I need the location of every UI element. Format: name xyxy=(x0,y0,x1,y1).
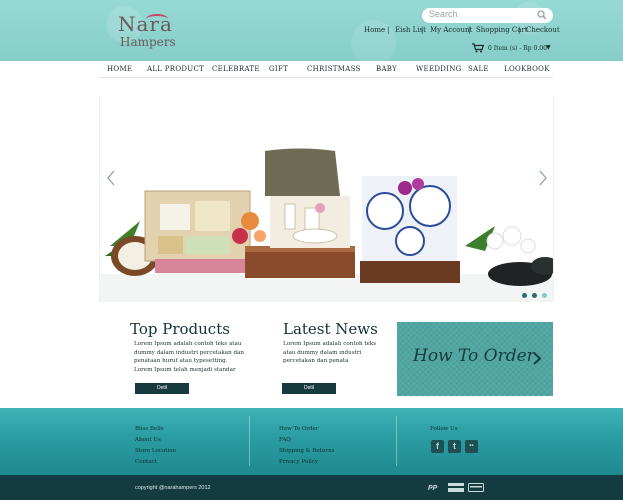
nav-item-gift[interactable]: GIFT xyxy=(269,65,288,73)
follow-us-label: Follow Us xyxy=(430,426,458,432)
visa-icon xyxy=(448,483,464,492)
how-to-order-text: How To Order xyxy=(413,346,535,366)
logo-subtext: Hampers xyxy=(120,35,176,49)
footer-link-contact[interactable]: Contact xyxy=(135,459,157,465)
my-account-link[interactable]: My Account xyxy=(430,26,472,34)
footer-link-shipping-returns[interactable]: Shipping & Returns xyxy=(279,448,334,454)
facebook-icon[interactable]: f xyxy=(431,440,444,453)
separator: | xyxy=(421,26,424,34)
home-link[interactable]: Home xyxy=(364,26,385,34)
footer-link-about-us[interactable]: About Us xyxy=(135,437,161,443)
footer-bottom-bar xyxy=(0,475,623,500)
nav-item-sale[interactable]: SALE xyxy=(468,65,489,73)
nav-item-baby[interactable]: BABY xyxy=(376,65,397,73)
cart-text: 0 Item (s) - Rp 0.00 xyxy=(488,45,547,52)
checkout-link[interactable]: Checkout xyxy=(526,26,560,34)
paypal-icon: PP xyxy=(428,485,438,492)
slider-dot-active[interactable] xyxy=(542,293,547,298)
flickr-icon[interactable]: •• xyxy=(465,440,478,453)
nav-item-lookbook[interactable]: LOOKBOOK xyxy=(504,65,550,73)
footer-link-bliss-bells[interactable]: Bliss Bells xyxy=(135,426,164,432)
slider-dot[interactable] xyxy=(522,293,527,298)
search-icon[interactable] xyxy=(537,10,547,20)
main-nav: HOME ALL PRODUCT CELEBRATE GIFT CHRISTMA… xyxy=(99,61,553,78)
footer-divider xyxy=(249,416,250,466)
latest-news-text: Lorem Ipsum adalah contoh teks atau dumm… xyxy=(283,341,377,364)
copyright-text: copyright @narahampers 2012 xyxy=(135,485,211,491)
separator: | xyxy=(468,26,471,34)
svg-text:PP: PP xyxy=(428,485,438,492)
cart-icon xyxy=(472,43,484,53)
slider-dots xyxy=(522,293,548,299)
twitter-icon[interactable]: t xyxy=(448,440,461,453)
footer-link-store-location[interactable]: Store Location xyxy=(135,448,176,454)
nav-item-celebrate[interactable]: CELEBRATE xyxy=(212,65,260,73)
separator: | xyxy=(518,26,521,34)
hero-slider[interactable] xyxy=(99,96,554,302)
nav-item-home[interactable]: HOME xyxy=(107,65,132,73)
slider-dot[interactable] xyxy=(532,293,537,298)
chevron-down-icon[interactable]: ▼ xyxy=(546,44,551,51)
credit-card-icon xyxy=(468,483,484,492)
search-placeholder: Search xyxy=(429,9,458,19)
top-products-detil-button[interactable]: Detil xyxy=(135,383,189,394)
top-products-title: Top Products xyxy=(130,320,230,338)
logo[interactable]: Nara Hampers xyxy=(116,10,176,54)
prev-arrow-icon[interactable] xyxy=(106,170,116,186)
logo-swirl xyxy=(146,14,168,24)
nav-item-christmass[interactable]: CHRISTMASS xyxy=(307,65,361,73)
hampers-image xyxy=(100,148,553,302)
search-input[interactable]: Search xyxy=(422,8,553,23)
how-to-order-banner[interactable]: How To Order xyxy=(397,322,553,396)
top-links: Home | Eish List | My Account | Shopping… xyxy=(362,26,560,38)
latest-news-detil-button[interactable]: Detil xyxy=(282,383,336,394)
chevron-right-icon xyxy=(533,352,541,365)
footer-link-how-to-order[interactable]: How To Order xyxy=(279,426,318,432)
next-arrow-icon[interactable] xyxy=(538,170,548,186)
latest-news-title: Latest News xyxy=(283,320,378,338)
top-products-text: Lorem Ipsum adalah contoh teks atau dumm… xyxy=(134,341,245,373)
nav-item-wedding[interactable]: WEEDDING xyxy=(416,65,462,73)
footer-link-faq[interactable]: FAQ xyxy=(279,437,291,443)
footer-divider xyxy=(396,416,397,466)
nav-item-all-product[interactable]: ALL PRODUCT xyxy=(147,65,204,73)
separator: | xyxy=(387,26,390,34)
footer-link-privacy-policy[interactable]: Privacy Policy xyxy=(279,459,318,465)
